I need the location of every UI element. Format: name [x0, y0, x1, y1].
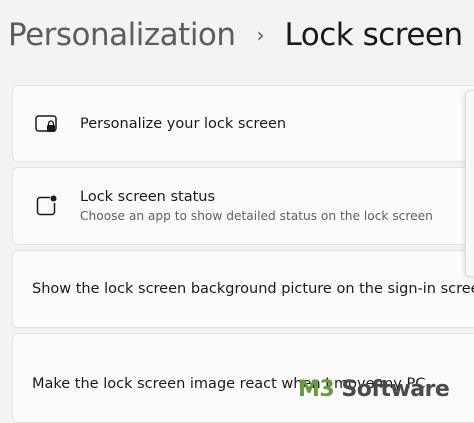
row-text: Personalize your lock screen: [80, 116, 286, 132]
row-title: Personalize your lock screen: [80, 115, 287, 132]
personalize-lock-screen-row[interactable]: Personalize your lock screen: [12, 85, 474, 162]
chevron-right-icon: ›: [256, 23, 265, 47]
lock-screen-picture-icon: [34, 112, 58, 136]
page-title: Lock screen: [284, 17, 464, 53]
watermark-logo: M3 Software: [298, 377, 450, 402]
breadcrumb: Personalization › Lock screen: [8, 12, 463, 58]
row-title: Lock screen status: [80, 189, 216, 205]
row-title: Show the lock screen background picture …: [32, 281, 474, 297]
lock-screen-status-row[interactable]: Lock screen status Choose an app to show…: [12, 167, 474, 245]
overlay-panel-edge: [465, 90, 474, 277]
row-description: Choose an app to show detailed status on…: [80, 209, 433, 223]
lock-screen-status-icon: [34, 194, 58, 218]
watermark-name: Software: [334, 377, 450, 402]
watermark-brand: M3: [298, 377, 335, 402]
sign-in-background-row[interactable]: Show the lock screen background picture …: [12, 250, 474, 328]
row-text: Lock screen status Choose an app to show…: [80, 189, 433, 223]
breadcrumb-parent-link[interactable]: Personalization: [8, 17, 236, 53]
row-text: Show the lock screen background picture …: [32, 281, 474, 297]
